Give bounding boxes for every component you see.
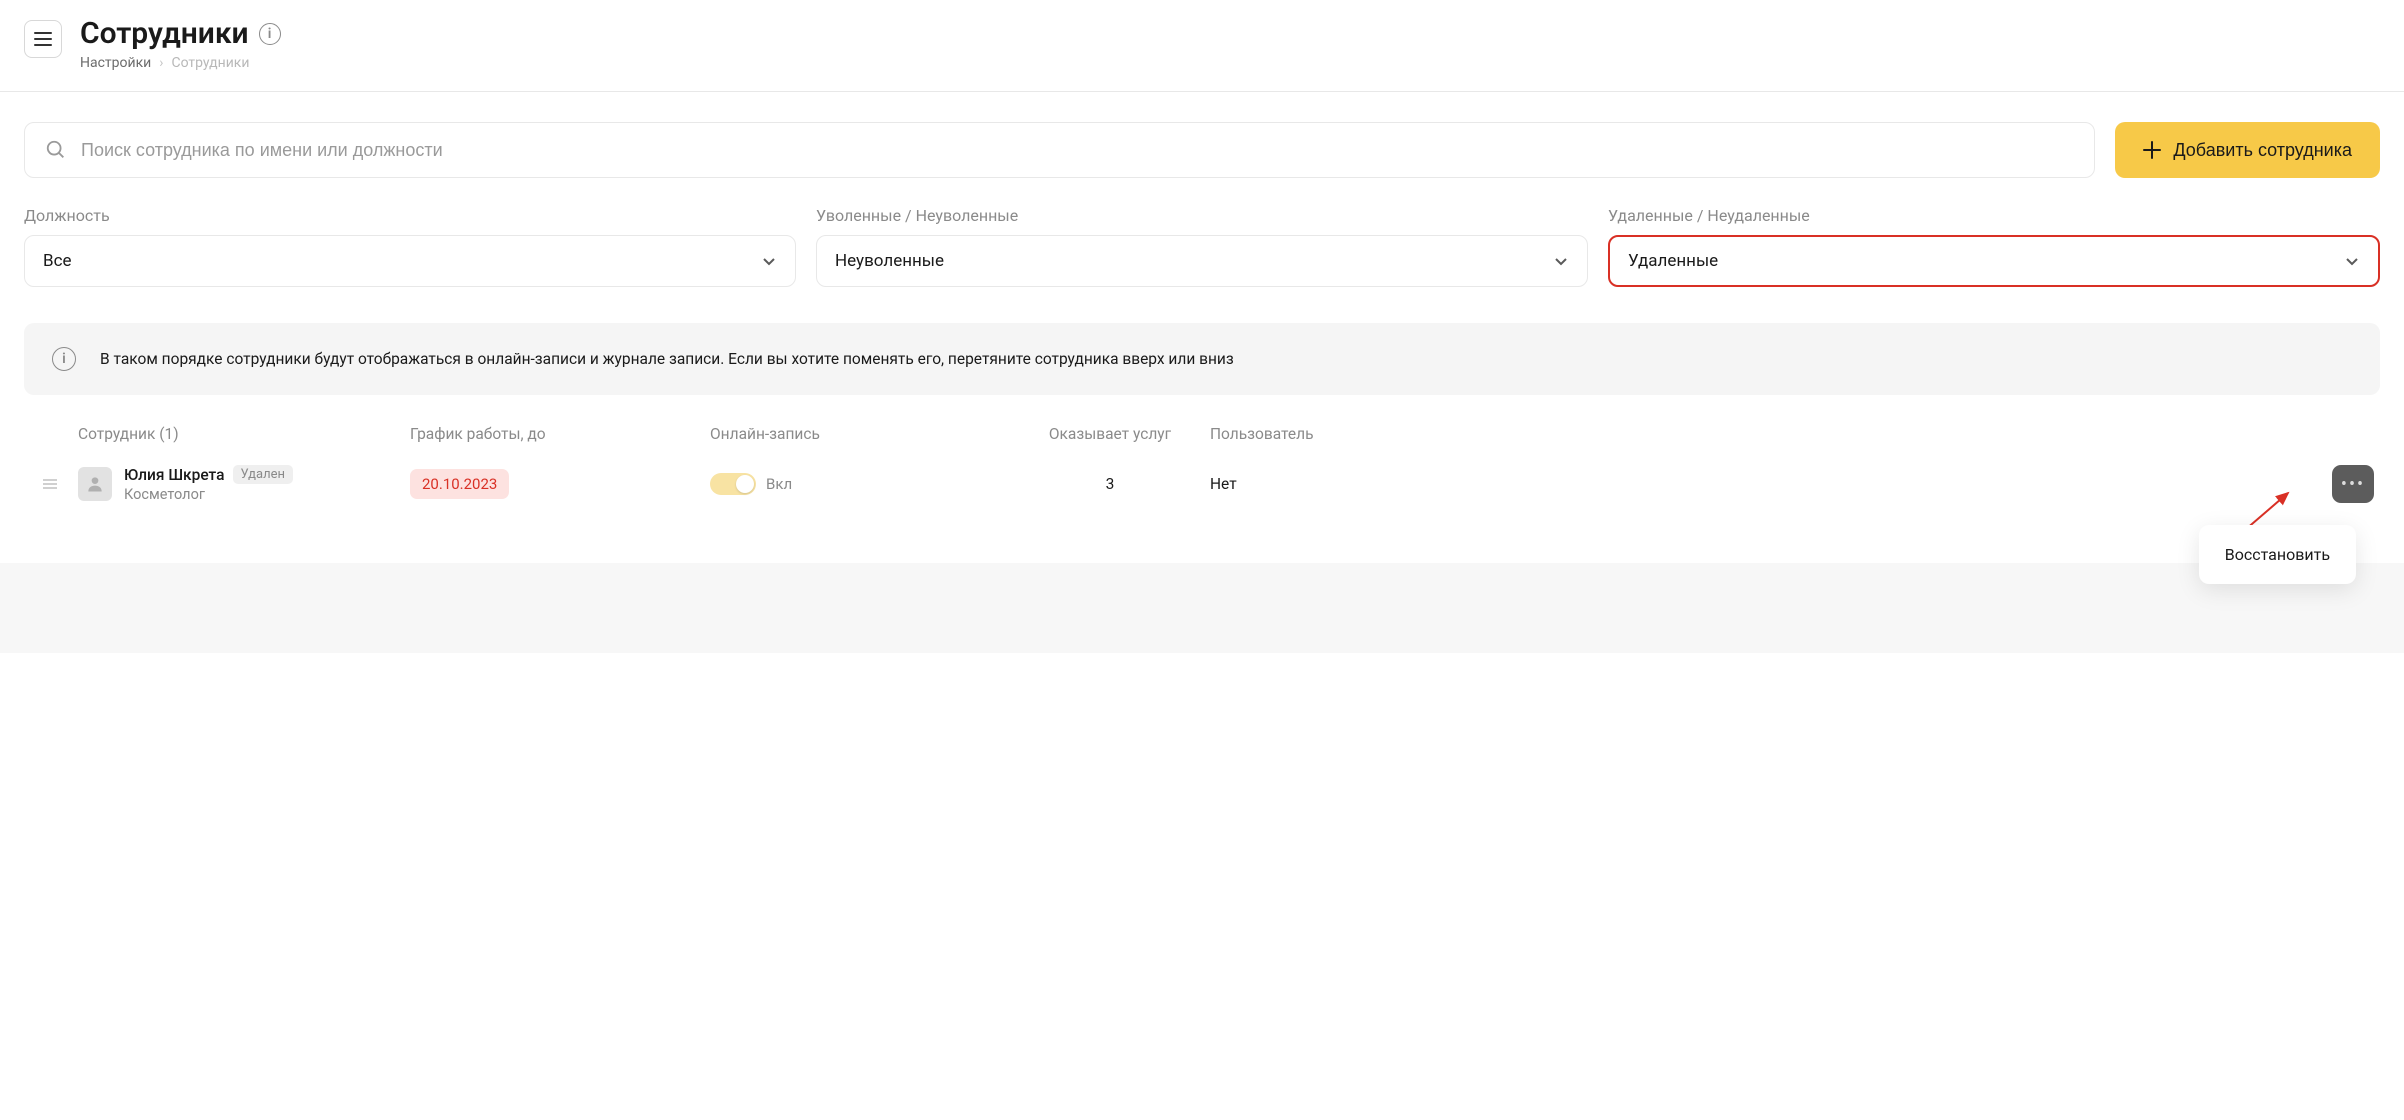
footer-area bbox=[0, 563, 2404, 653]
cell-services: 3 bbox=[1010, 475, 1210, 493]
search-icon bbox=[45, 139, 67, 161]
filter-deleted: Удаленные / Неудаленные Удаленные bbox=[1608, 206, 2380, 287]
search-input[interactable] bbox=[81, 140, 2074, 161]
employee-name[interactable]: Юлия Шкрета bbox=[124, 466, 225, 484]
filter-deleted-label: Удаленные / Неудаленные bbox=[1608, 206, 2380, 225]
page-content: Добавить сотрудника Должность Все Уволен… bbox=[0, 92, 2404, 503]
table-header: Сотрудник (1) График работы, до Онлайн-з… bbox=[24, 425, 2380, 443]
cell-actions: ••• bbox=[2314, 465, 2374, 503]
chevron-down-icon bbox=[2344, 253, 2360, 269]
th-online: Онлайн-запись bbox=[710, 425, 1010, 443]
breadcrumb-root[interactable]: Настройки bbox=[80, 55, 151, 71]
more-button[interactable]: ••• bbox=[2332, 465, 2374, 503]
schedule-date-badge: 20.10.2023 bbox=[410, 469, 509, 499]
filter-position-value: Все bbox=[43, 251, 72, 271]
th-services: Оказывает услуг bbox=[1010, 425, 1210, 443]
filter-position: Должность Все bbox=[24, 206, 796, 287]
filter-fired-label: Уволенные / Неуволенные bbox=[816, 206, 1588, 225]
filter-deleted-select[interactable]: Удаленные bbox=[1608, 235, 2380, 287]
search-wrapper bbox=[24, 122, 2095, 178]
employee-role: Косметолог bbox=[124, 486, 293, 503]
restore-menu-item[interactable]: Восстановить bbox=[2225, 545, 2330, 564]
employee-name-row: Юлия Шкрета Удален bbox=[124, 465, 293, 484]
title-area: Сотрудники i Настройки › Сотрудники bbox=[80, 16, 281, 71]
th-schedule: График работы, до bbox=[410, 425, 710, 443]
page-header: Сотрудники i Настройки › Сотрудники bbox=[0, 0, 2404, 92]
filter-position-select[interactable]: Все bbox=[24, 235, 796, 287]
chevron-down-icon bbox=[1553, 253, 1569, 269]
add-employee-label: Добавить сотрудника bbox=[2173, 140, 2352, 161]
info-banner: i В таком порядке сотрудники будут отобр… bbox=[24, 323, 2380, 395]
table-row: Юлия Шкрета Удален Косметолог 20.10.2023… bbox=[24, 465, 2380, 503]
filters-row: Должность Все Уволенные / Неуволенные Не… bbox=[24, 206, 2380, 287]
status-badge: Удален bbox=[233, 465, 293, 484]
breadcrumb-current: Сотрудники bbox=[171, 55, 249, 71]
cell-schedule: 20.10.2023 bbox=[410, 469, 710, 499]
filter-fired-select[interactable]: Неуволенные bbox=[816, 235, 1588, 287]
plus-icon bbox=[2143, 141, 2161, 159]
chevron-down-icon bbox=[761, 253, 777, 269]
hamburger-icon bbox=[34, 31, 52, 47]
add-employee-button[interactable]: Добавить сотрудника bbox=[2115, 122, 2380, 178]
drag-handle[interactable] bbox=[30, 478, 70, 490]
cell-user: Нет bbox=[1210, 475, 2314, 493]
page-title: Сотрудники bbox=[80, 16, 249, 51]
employee-info: Юлия Шкрета Удален Косметолог bbox=[124, 465, 293, 503]
menu-button[interactable] bbox=[24, 20, 62, 58]
info-banner-text: В таком порядке сотрудники будут отображ… bbox=[100, 350, 1234, 368]
online-toggle-label: Вкл bbox=[766, 475, 792, 493]
breadcrumb: Настройки › Сотрудники bbox=[80, 55, 281, 71]
filter-position-label: Должность bbox=[24, 206, 796, 225]
filter-fired-value: Неуволенные bbox=[835, 251, 944, 271]
chevron-right-icon: › bbox=[159, 55, 163, 71]
toolbar: Добавить сотрудника bbox=[24, 122, 2380, 178]
filter-fired: Уволенные / Неуволенные Неуволенные bbox=[816, 206, 1588, 287]
row-dropdown-menu: Восстановить bbox=[2199, 525, 2356, 584]
drag-icon bbox=[42, 478, 58, 490]
info-icon[interactable]: i bbox=[259, 23, 281, 45]
avatar bbox=[78, 467, 112, 501]
online-toggle[interactable] bbox=[710, 473, 756, 495]
info-icon: i bbox=[52, 347, 76, 371]
th-employee: Сотрудник (1) bbox=[70, 425, 410, 443]
title-row: Сотрудники i bbox=[80, 16, 281, 51]
cell-online: Вкл bbox=[710, 473, 1010, 495]
cell-employee: Юлия Шкрета Удален Косметолог bbox=[70, 465, 410, 503]
filter-deleted-value: Удаленные bbox=[1628, 251, 1718, 271]
person-icon bbox=[85, 474, 105, 494]
th-user: Пользователь bbox=[1210, 425, 2314, 443]
